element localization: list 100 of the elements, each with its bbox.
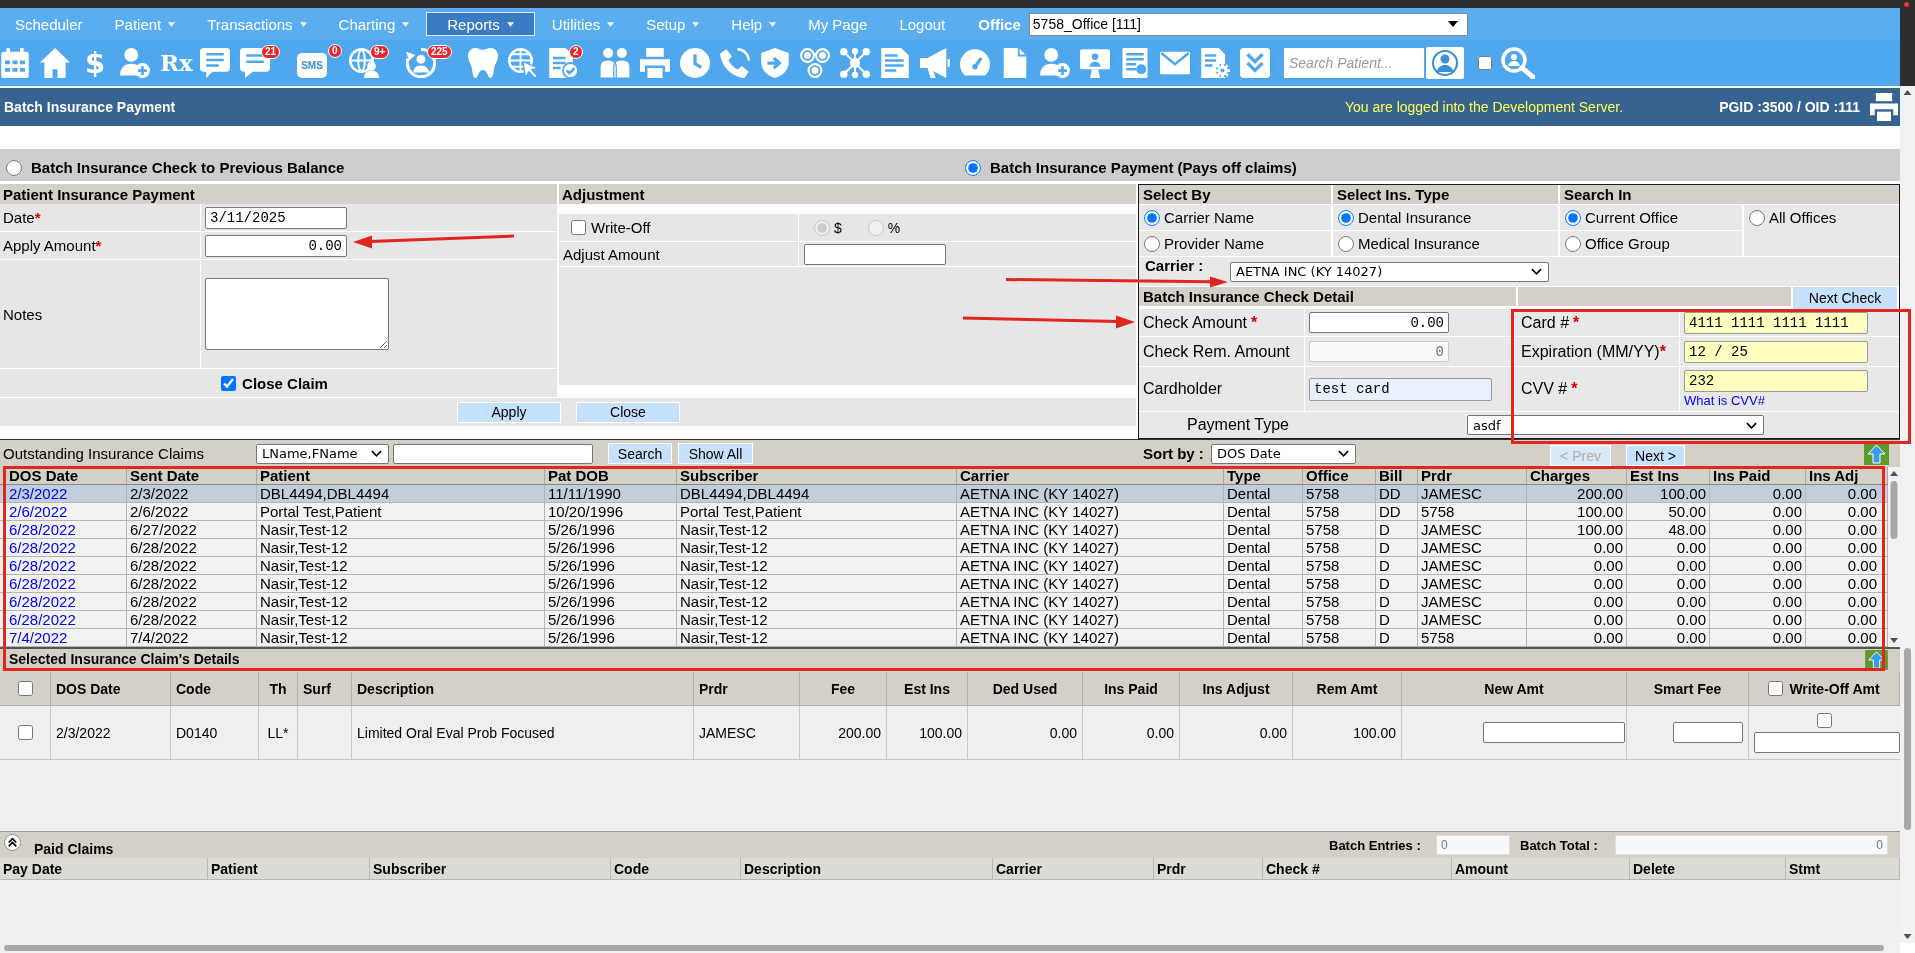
megaphone-icon[interactable]: [920, 48, 950, 78]
help-link[interactable]: What is CVV#: [1684, 393, 1765, 408]
adjust-amount-field[interactable]: [804, 243, 946, 265]
arrow-up-icon[interactable]: [1864, 442, 1889, 465]
checkbox[interactable]: [17, 681, 33, 696]
checkbox[interactable]: [1768, 681, 1784, 696]
search-field[interactable]: Search Patient...: [1284, 48, 1424, 78]
next-button[interactable]: Next >: [1626, 445, 1685, 466]
next-check-button[interactable]: Next Check: [1793, 287, 1897, 309]
remaining-amount-field[interactable]: 0: [1309, 341, 1449, 362]
field-label: Cardholder: [1143, 380, 1223, 398]
vertical-scrollbar[interactable]: [1900, 86, 1915, 943]
phone-icon[interactable]: [720, 48, 750, 78]
table-cell: 5758: [1418, 629, 1527, 647]
column-header: Description: [741, 858, 993, 880]
checkbox[interactable]: [221, 375, 237, 391]
table-row[interactable]: 6/28/2022 6/28/2022 Nasir,Test-12 5/26/1996 Nasir,Test-12 AETNA INC (KY 14027) Dental 5758 D JAMESC 0.00 0.00 0.00 0.00: [0, 611, 1888, 629]
name-format-select[interactable]: LName,FName: [256, 443, 389, 464]
printer-icon[interactable]: [1869, 93, 1899, 121]
checkbox[interactable]: [1478, 56, 1492, 70]
receipt-icon[interactable]: [1120, 48, 1150, 78]
tooth-icon[interactable]: [468, 48, 498, 78]
checkbox[interactable]: [17, 725, 33, 740]
radio-label: Dental Insurance: [1358, 209, 1472, 226]
person-plus-icon[interactable]: [1040, 48, 1070, 78]
chevron-down-icon: [1531, 268, 1542, 275]
double-chevron-icon[interactable]: [1240, 48, 1270, 78]
card-number-field[interactable]: 4111 1111 1111 1111: [1684, 311, 1868, 334]
chevron-down-icon: [1746, 421, 1757, 429]
person-icon[interactable]: [1426, 47, 1464, 79]
write-off-field[interactable]: [1754, 731, 1900, 753]
vertical-scrollbar[interactable]: [1888, 467, 1900, 647]
radio-button[interactable]: [1749, 209, 1765, 226]
office-select[interactable]: 5758_Office [111]: [1028, 12, 1468, 36]
smart-fee-field[interactable]: [1673, 722, 1743, 743]
coins-icon[interactable]: [800, 48, 830, 78]
close-button[interactable]: Close: [576, 401, 680, 423]
radio-button[interactable]: [1565, 235, 1581, 252]
field-label: Check Amount *: [1143, 313, 1258, 332]
table-cell: 0.00: [1259, 724, 1287, 741]
table-row[interactable]: 6/28/2022 6/28/2022 Nasir,Test-12 5/26/1996 Nasir,Test-12 AETNA INC (KY 14027) Dental 5758 D JAMESC 0.00 0.00 0.00 0.00: [0, 575, 1888, 593]
notes-field[interactable]: [205, 278, 389, 350]
server-notice: You are logged into the Development Server.: [1345, 99, 1624, 115]
carrier-select[interactable]: AETNA INC (KY 14027): [1230, 261, 1549, 282]
notes-icon[interactable]: [200, 48, 230, 78]
sort-select[interactable]: DOS Date: [1211, 443, 1356, 464]
globe-cursor-icon[interactable]: [508, 48, 538, 78]
notification-badge: 2: [569, 45, 583, 59]
table-row[interactable]: 6/28/2022 6/28/2022 Nasir,Test-12 5/26/1996 Nasir,Test-12 AETNA INC (KY 14027) Dental 5758 D JAMESC 0.00 0.00 0.00 0.00: [0, 539, 1888, 557]
section-header: Select Ins. Type: [1333, 185, 1558, 204]
payment-type-select[interactable]: asdf: [1467, 415, 1764, 435]
table-row[interactable]: 7/4/2022 7/4/2022 Nasir,Test-12 5/26/1996 Nasir,Test-12 AETNA INC (KY 14027) Dental 5758 D 5758 0.00 0.00 0.00 0.00: [0, 629, 1888, 647]
radio-button[interactable]: [1565, 209, 1581, 226]
table-row[interactable]: 2/6/2022 2/6/2022 Portal Test,Patient 10/20/1996 Portal Test,Patient AETNA INC (KY 14027) Dental 5758 DD 5758 100.00 50.00 0.00 0.00: [0, 503, 1888, 521]
apply-amount-field[interactable]: 0.00: [205, 234, 347, 257]
checkbox[interactable]: [1817, 712, 1832, 728]
radio-button[interactable]: [1338, 235, 1354, 252]
monitor-icon[interactable]: [1080, 48, 1110, 78]
radio-button[interactable]: [965, 159, 981, 176]
table-row[interactable]: 2/3/2022 2/3/2022 DBL4494,DBL4494 11/11/1990 DBL4494,DBL4494 AETNA INC (KY 14027) Dental 5758 DD JAMESC 200.00 100.00 0.00 0.00: [0, 485, 1888, 503]
document-check-icon[interactable]: [548, 48, 578, 78]
radio-button[interactable]: [6, 159, 22, 176]
gauge-icon[interactable]: [960, 48, 990, 78]
table-row[interactable]: 6/28/2022 6/28/2022 Nasir,Test-12 5/26/1996 Nasir,Test-12 AETNA INC (KY 14027) Dental 5758 D JAMESC 0.00 0.00 0.00 0.00: [0, 593, 1888, 611]
search-field[interactable]: [393, 443, 593, 464]
horizontal-scrollbar[interactable]: [0, 943, 1900, 953]
show-all-button[interactable]: Show All: [678, 443, 753, 464]
date-link[interactable]: 7/4/2022: [0, 629, 127, 647]
expiration-field[interactable]: 12 / 25: [1684, 340, 1868, 363]
collapse-icon[interactable]: [4, 834, 21, 851]
radio-button[interactable]: [1144, 209, 1160, 226]
date-field[interactable]: 3/11/2025: [205, 206, 347, 229]
column-header: Delete: [1630, 858, 1786, 880]
checkbox[interactable]: [571, 220, 586, 235]
document-gear-icon[interactable]: [1200, 48, 1230, 78]
check-amount-field[interactable]: 0.00: [1309, 312, 1449, 333]
people-icon[interactable]: [600, 48, 630, 78]
radio-button[interactable]: [1144, 235, 1160, 252]
search-icon[interactable]: [1500, 47, 1535, 79]
cvv-field[interactable]: 232: [1684, 370, 1868, 392]
sms-button[interactable]: SMS: [297, 52, 327, 78]
clock-icon[interactable]: [680, 48, 710, 78]
person-plus-icon[interactable]: [120, 48, 150, 78]
cardholder-field[interactable]: test card: [1309, 377, 1492, 401]
document-icon[interactable]: [880, 48, 910, 78]
section-title: Selected Insurance Claim's Details: [8, 650, 240, 667]
table-row[interactable]: 6/28/2022 6/28/2022 Nasir,Test-12 5/26/1996 Nasir,Test-12 AETNA INC (KY 14027) Dental 5758 D JAMESC 0.00 0.00 0.00 0.00: [0, 557, 1888, 575]
radio-button[interactable]: [1338, 209, 1354, 226]
menu-item[interactable]: Reports: [426, 12, 535, 36]
apply-button[interactable]: Apply: [457, 401, 561, 423]
calendar-icon[interactable]: [0, 48, 30, 78]
shield-arrow-icon[interactable]: [760, 48, 790, 78]
table-row[interactable]: 6/28/2022 6/27/2022 Nasir,Test-12 5/26/1996 Nasir,Test-12 AETNA INC (KY 14027) Dental 5758 D JAMESC 100.00 48.00 0.00 0.00: [0, 521, 1888, 539]
printer-icon[interactable]: [640, 48, 670, 78]
search-button[interactable]: Search: [608, 443, 672, 464]
house-icon[interactable]: [40, 48, 70, 78]
new-amount-field[interactable]: [1483, 722, 1625, 743]
table-cell: 0.00: [1049, 724, 1077, 741]
panel-header: Patient Insurance Payment: [0, 184, 557, 204]
network-icon[interactable]: [840, 48, 870, 78]
